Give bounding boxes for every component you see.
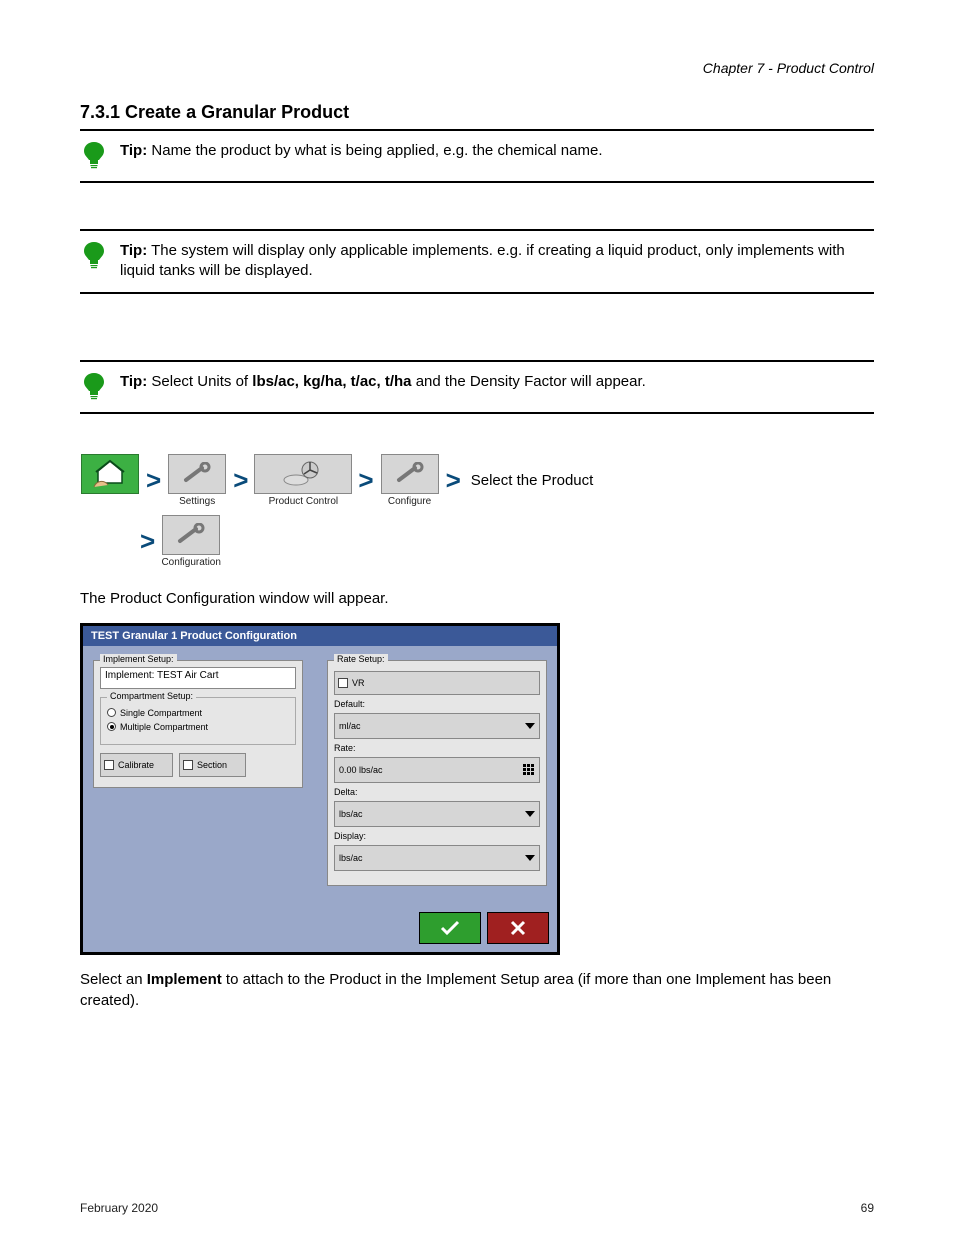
running-header: Chapter 7 - Product Control: [80, 60, 874, 76]
body-paragraph-1: The Product Configuration window will ap…: [80, 588, 874, 609]
tip-text: The system will display only applicable …: [120, 242, 845, 279]
calibrate-toggle[interactable]: Calibrate: [100, 753, 173, 777]
nav-trail-text: Select the Product: [471, 472, 594, 489]
divider: [80, 181, 874, 183]
tip-text: Name the product by what is being applie…: [151, 142, 602, 159]
tip-label: Tip:: [120, 242, 147, 259]
rate-setup-panel: Rate Setup: VR Default: ml/ac Rate: 0.00…: [327, 660, 547, 886]
section-toggle[interactable]: Section: [179, 753, 246, 777]
display-dropdown[interactable]: lbs/ac: [334, 845, 540, 871]
tip-row-2: Tip: The system will display only applic…: [80, 237, 874, 286]
tip-row-1: Tip: Name the product by what is being a…: [80, 137, 874, 175]
lightbulb-icon: [80, 241, 108, 271]
tip-text-emph: lbs/ac, kg/ha, t/ac, t/ha: [252, 373, 411, 390]
configuration-button[interactable]: [162, 515, 220, 555]
default-label: Default:: [334, 699, 540, 709]
chevron-right-icon: >: [446, 460, 461, 500]
vr-toggle[interactable]: VR: [334, 671, 540, 695]
page-footer: February 2020 69: [80, 1201, 874, 1215]
rate-group-label: Rate Setup:: [334, 654, 388, 664]
close-icon: [510, 920, 526, 936]
navigation-path-row2: > Configuration: [140, 515, 874, 568]
footer-date: February 2020: [80, 1201, 158, 1215]
lightbulb-icon: [80, 141, 108, 171]
divider: [80, 292, 874, 294]
delta-label: Delta:: [334, 787, 540, 797]
tip-text-post: and the Density Factor will appear.: [416, 373, 646, 390]
implement-setup-panel: Implement Setup: Implement: TEST Air Car…: [93, 660, 303, 788]
single-compartment-radio[interactable]: Single Compartment: [107, 708, 289, 718]
tip-label: Tip:: [120, 142, 147, 159]
tip-text-pre: Select Units of: [151, 373, 248, 390]
chevron-right-icon: >: [358, 460, 373, 500]
divider: [80, 412, 874, 414]
divider: [80, 360, 874, 362]
footer-page: 69: [861, 1201, 874, 1215]
implement-input[interactable]: Implement: TEST Air Cart: [100, 667, 296, 689]
settings-button[interactable]: [168, 454, 226, 494]
tip-label: Tip:: [120, 373, 147, 390]
chevron-right-icon: >: [233, 460, 248, 500]
divider: [80, 129, 874, 131]
nav-label-home: [109, 496, 112, 507]
product-config-dialog: TEST Granular 1 Product Configuration Im…: [80, 623, 560, 955]
keypad-icon: [523, 764, 535, 776]
nav-label-product: Product Control: [269, 496, 338, 507]
tip-row-3: Tip: Select Units of lbs/ac, kg/ha, t/ac…: [80, 368, 874, 406]
dialog-title: TEST Granular 1 Product Configuration: [83, 626, 557, 646]
check-icon: [440, 920, 460, 936]
configure-button[interactable]: [381, 454, 439, 494]
home-button[interactable]: [81, 454, 139, 494]
implement-group-label: Implement Setup:: [100, 654, 177, 664]
multiple-compartment-radio[interactable]: Multiple Compartment: [107, 722, 289, 732]
compartment-group-label: Compartment Setup:: [107, 691, 196, 701]
body-paragraph-2: Select an Implement to attach to the Pro…: [80, 969, 874, 1011]
default-dropdown[interactable]: ml/ac: [334, 713, 540, 739]
chevron-right-icon: >: [146, 460, 161, 500]
navigation-path: > Settings > Product Control > Configure…: [80, 454, 874, 507]
chevron-right-icon: >: [140, 521, 155, 561]
nav-label-configuration: Configuration: [161, 557, 220, 568]
rate-label: Rate:: [334, 743, 540, 753]
product-control-button[interactable]: [254, 454, 352, 494]
delta-dropdown[interactable]: lbs/ac: [334, 801, 540, 827]
divider: [80, 229, 874, 231]
section-heading: 7.3.1 Create a Granular Product: [80, 102, 874, 123]
lightbulb-icon: [80, 372, 108, 402]
nav-label-configure: Configure: [388, 496, 431, 507]
rate-input[interactable]: 0.00 lbs/ac: [334, 757, 540, 783]
ok-button[interactable]: [419, 912, 481, 944]
display-label: Display:: [334, 831, 540, 841]
nav-label-settings: Settings: [179, 496, 215, 507]
cancel-button[interactable]: [487, 912, 549, 944]
